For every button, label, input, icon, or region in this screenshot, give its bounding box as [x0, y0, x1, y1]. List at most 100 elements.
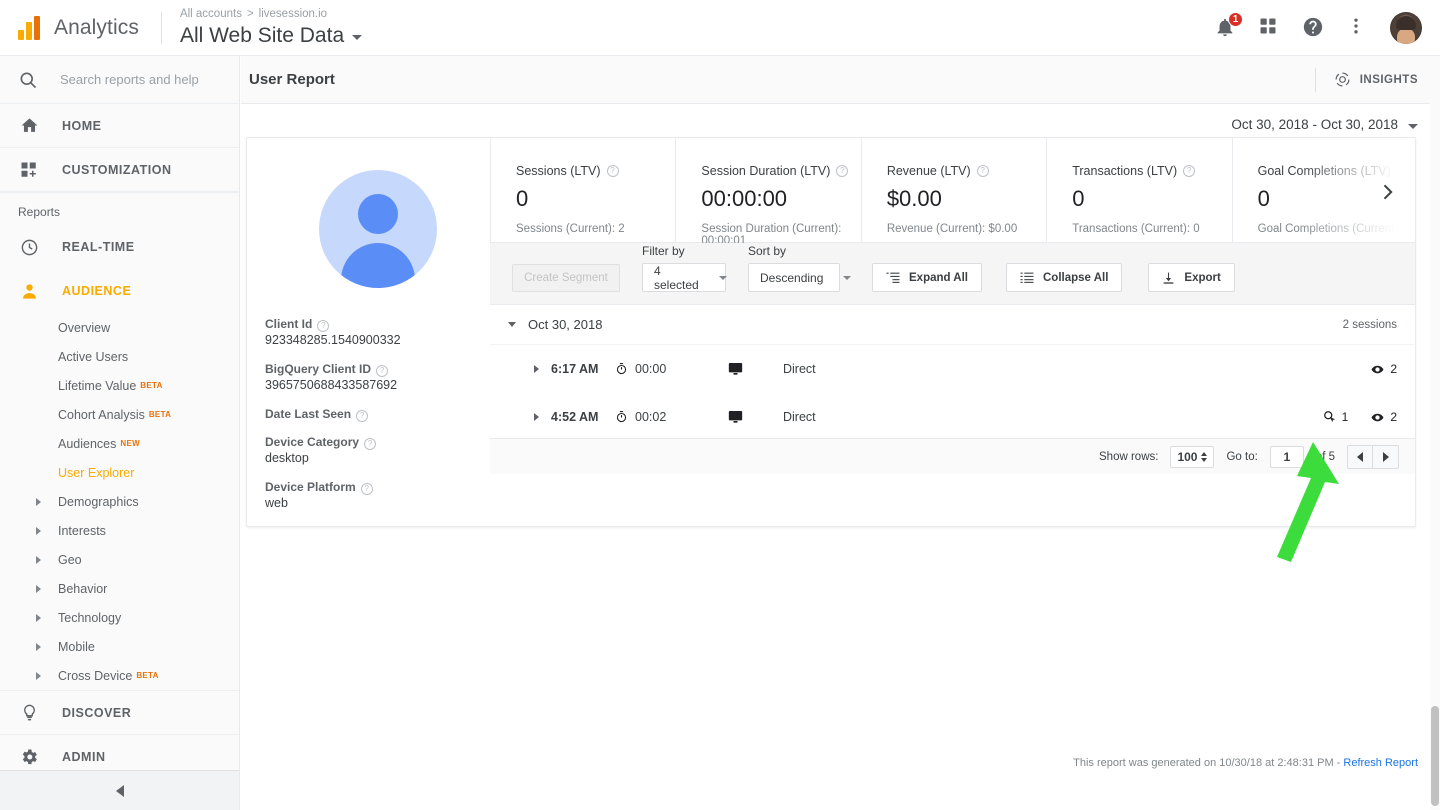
sidebar-item-realtime[interactable]: REAL-TIME [0, 225, 239, 269]
account-selector[interactable]: All accounts>livesession.io All Web Site… [180, 7, 362, 49]
sidebar-item-user-explorer[interactable]: User Explorer [0, 458, 239, 487]
sidebar-item-mobile[interactable]: Mobile [0, 632, 239, 661]
refresh-report-link[interactable]: Refresh Report [1343, 757, 1418, 769]
sidebar-item-lifetime-value[interactable]: Lifetime ValueBETA [0, 371, 239, 400]
profile-field-key-text: Acquisition [265, 524, 330, 527]
breadcrumb-accounts[interactable]: All accounts [180, 8, 242, 20]
insights-button[interactable]: INSIGHTS [1315, 68, 1418, 92]
search-bar[interactable] [0, 56, 239, 104]
profile-field: BigQuery Client ID?3965750688433587692 [265, 361, 490, 394]
generated-text: This report was generated on 10/30/18 at… [1073, 757, 1343, 769]
user-avatar[interactable] [1390, 12, 1422, 44]
help-icon[interactable] [1302, 16, 1326, 40]
help-icon[interactable]: ? [977, 165, 989, 177]
search-input[interactable] [60, 72, 210, 87]
create-segment-button[interactable]: Create Segment [512, 264, 620, 292]
analytics-app: Analytics All accounts>livesession.io Al… [0, 0, 1440, 810]
session-pageviews-stat: 2 [1370, 362, 1397, 376]
help-icon[interactable]: ? [1183, 165, 1195, 177]
help-icon[interactable]: ? [607, 165, 619, 177]
metric-value: 00:00:00 [701, 186, 860, 212]
session-row[interactable]: 4:52 AM00:02Direct12 [490, 393, 1416, 441]
metric-value: $0.00 [887, 186, 1046, 212]
help-icon[interactable]: ? [364, 438, 376, 450]
view-title-text: All Web Site Data [180, 22, 344, 49]
profile-field-key-text: BigQuery Client ID [265, 361, 371, 377]
sidebar-item-behavior[interactable]: Behavior [0, 574, 239, 603]
page-scrollbar[interactable] [1430, 56, 1440, 810]
apps-grid-icon[interactable] [1258, 16, 1282, 40]
scrollbar-thumb[interactable] [1431, 706, 1439, 806]
help-icon[interactable]: ? [361, 483, 373, 495]
metric-label: Session Duration (LTV)? [701, 164, 860, 178]
profile-field-value: desktop [265, 450, 490, 467]
metrics-next-button[interactable] [1377, 182, 1397, 207]
sidebar-item-label: Behavior [58, 582, 107, 596]
download-icon [1162, 271, 1175, 285]
report-content: Oct 30, 2018 - Oct 30, 2018 Client Id?92… [241, 105, 1440, 810]
session-channel: Direct [783, 410, 1323, 424]
breadcrumb-property[interactable]: livesession.io [259, 8, 327, 20]
sidebar-item-overview[interactable]: Overview [0, 313, 239, 342]
date-range-picker[interactable]: Oct 30, 2018 - Oct 30, 2018 [1231, 117, 1418, 132]
sidebar-item-cohort-analysis[interactable]: Cohort AnalysisBETA [0, 400, 239, 429]
sidebar-item-label: Audiences [58, 437, 116, 451]
previous-page-button[interactable] [1347, 445, 1373, 469]
session-pageviews-stat: 2 [1370, 410, 1397, 424]
filter-by-caption: Filter by [642, 244, 726, 258]
goto-page-input[interactable] [1270, 446, 1304, 468]
help-icon[interactable]: ? [317, 320, 329, 332]
report-header: User Report INSIGHTS [241, 56, 1440, 104]
sidebar-item-discover[interactable]: DISCOVER [0, 690, 239, 734]
session-duration: 00:02 [615, 410, 711, 424]
more-vert-icon[interactable] [1346, 16, 1370, 40]
search-icon [18, 70, 38, 90]
bell-icon[interactable]: 1 [1214, 16, 1238, 40]
chevron-down-icon [719, 276, 727, 280]
profile-field-key: Client Id? [265, 316, 490, 332]
sidebar-item-label: Overview [58, 321, 110, 335]
sidebar-item-tag: BETA [140, 381, 162, 390]
sidebar-item-geo[interactable]: Geo [0, 545, 239, 574]
rows-per-page-stepper[interactable]: 100 [1170, 446, 1214, 468]
collapse-all-button[interactable]: Collapse All [1006, 263, 1122, 292]
help-icon[interactable]: ? [356, 410, 368, 422]
metric-label: Transactions (LTV)? [1072, 164, 1231, 178]
help-icon[interactable]: ? [1397, 165, 1409, 177]
sidebar-item-home[interactable]: HOME [0, 104, 239, 148]
session-date-group[interactable]: Oct 30, 2018 2 sessions [490, 305, 1416, 345]
user-profile-column: Client Id?923348285.1540900332BigQuery C… [265, 138, 490, 527]
filter-by-select[interactable]: 4 selected [642, 263, 726, 292]
page-nav-buttons [1347, 445, 1399, 469]
sidebar-item-interests[interactable]: Interests [0, 516, 239, 545]
triangle-right-icon [36, 556, 41, 564]
sidebar-collapse-button[interactable] [0, 770, 240, 810]
help-icon[interactable]: ? [376, 365, 388, 377]
sessions-list: Oct 30, 2018 2 sessions 6:17 AM00:00Dire… [490, 305, 1416, 438]
triangle-right-icon [36, 498, 41, 506]
export-button[interactable]: Export [1148, 263, 1234, 292]
sidebar-item-cross-device[interactable]: Cross DeviceBETA [0, 661, 239, 690]
chevron-down-icon [843, 276, 851, 280]
session-row[interactable]: 6:17 AM00:00Direct2 [490, 345, 1416, 393]
sidebar-item-audiences[interactable]: AudiencesNEW [0, 429, 239, 458]
sidebar-item-active-users[interactable]: Active Users [0, 342, 239, 371]
metric-label-text: Session Duration (LTV) [701, 164, 830, 178]
pagination-bar: Show rows: 100 Go to: of 5 [490, 438, 1416, 474]
sidebar-item-customization[interactable]: CUSTOMIZATION [0, 148, 239, 192]
metric-subvalue: Revenue (Current): $0.00 [887, 223, 1046, 235]
help-icon[interactable]: ? [836, 165, 848, 177]
next-page-button[interactable] [1373, 445, 1399, 469]
expand-all-button[interactable]: Expand All [872, 263, 982, 292]
view-title[interactable]: All Web Site Data [180, 22, 362, 49]
sidebar-item-demographics[interactable]: Demographics [0, 487, 239, 516]
desktop-icon [727, 409, 744, 425]
sidebar-item-audience[interactable]: AUDIENCE [0, 269, 239, 313]
sidebar-item-label: Technology [58, 611, 121, 625]
profile-field-key: Device Platform? [265, 479, 490, 495]
chevron-left-icon [1357, 452, 1363, 462]
sidebar-item-tag: BETA [149, 410, 171, 419]
metric-card: Revenue (LTV)?$0.00Revenue (Current): $0… [861, 138, 1046, 242]
sort-by-select[interactable]: Descending [748, 263, 840, 292]
sidebar-item-technology[interactable]: Technology [0, 603, 239, 632]
